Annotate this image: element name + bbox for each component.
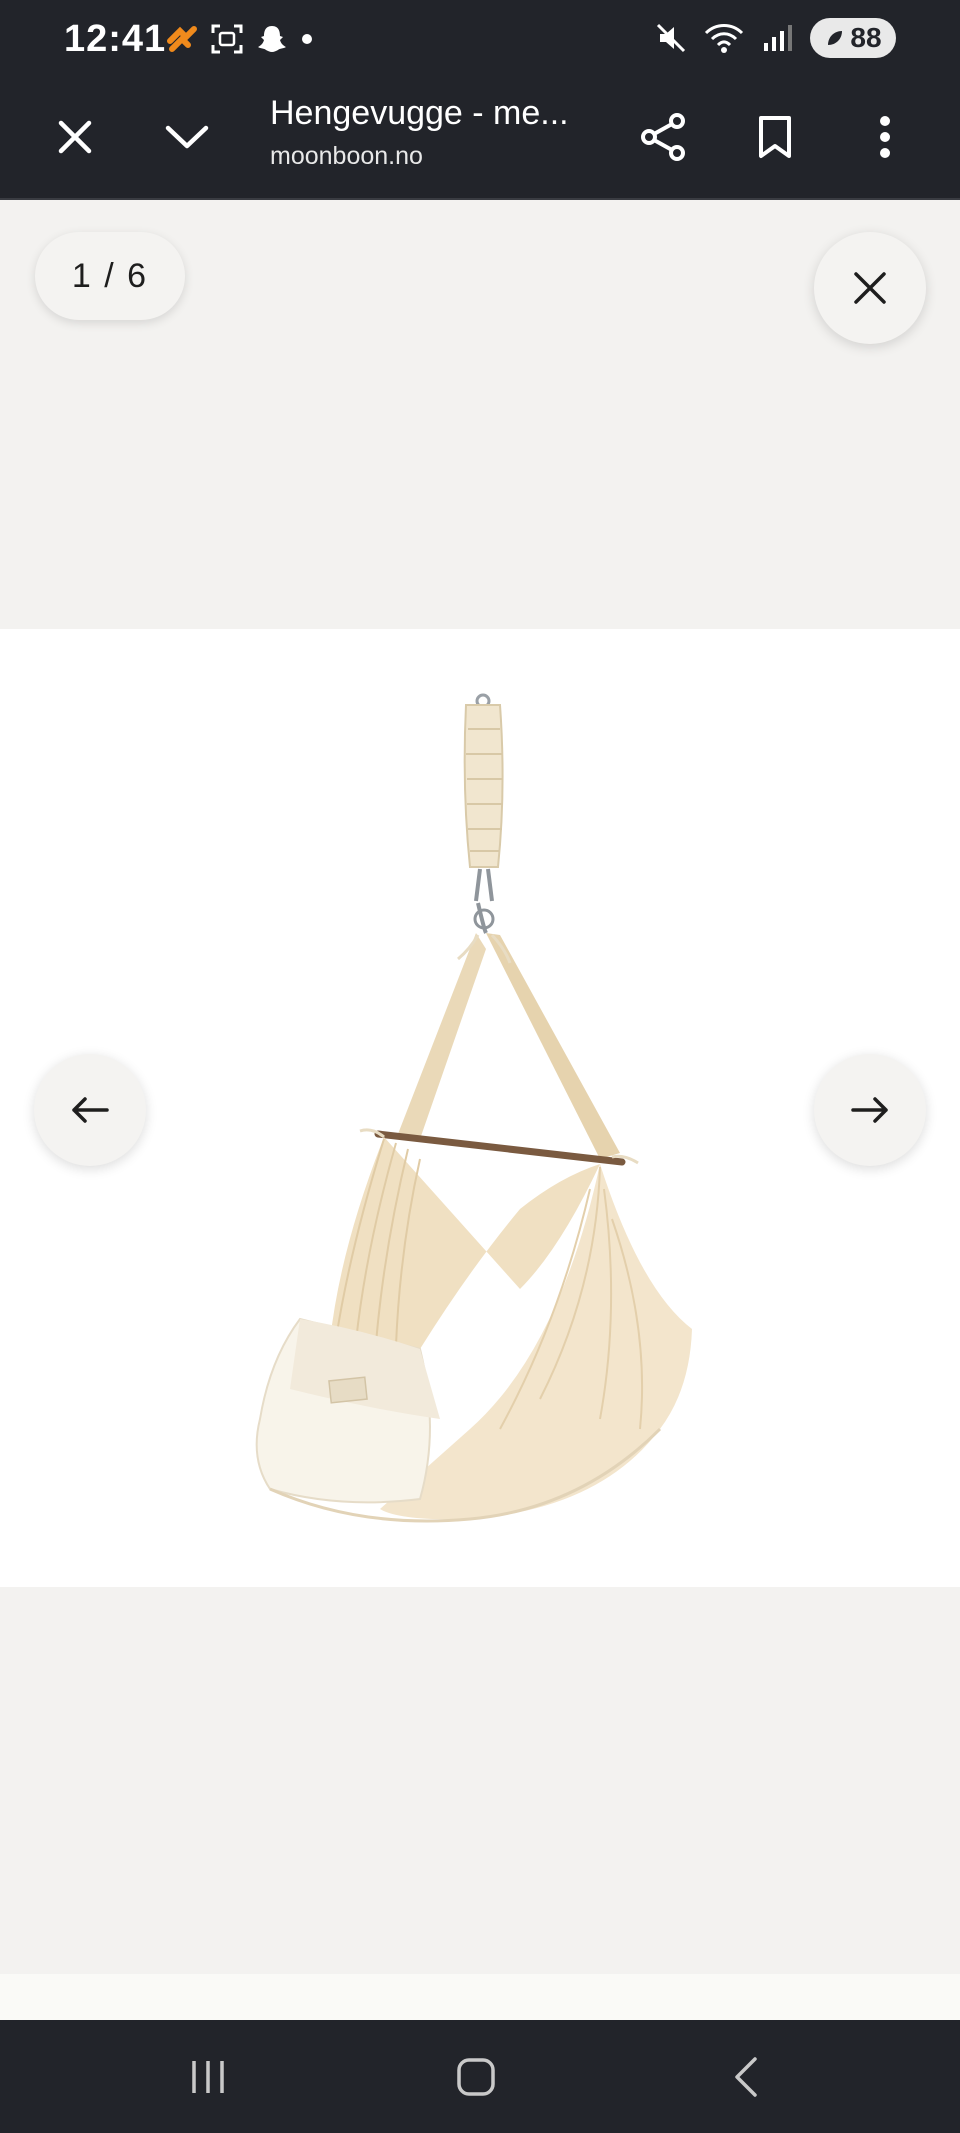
battery-icon [828,31,843,45]
recents-button[interactable] [168,2045,248,2109]
more-vert-icon [880,116,890,158]
status-right-icons: 88 [654,18,896,58]
chevron-down-icon [165,125,209,149]
recents-icon [192,2061,224,2093]
share-icon [641,113,685,161]
home-icon [457,2058,495,2096]
share-button[interactable] [628,102,698,172]
signal-icon [764,25,792,51]
close-icon [58,120,92,154]
minimize-tab-button[interactable] [152,102,222,172]
custom-tab-toolbar: Hengevugge - me... moonboon.no [0,80,960,200]
orange-app-icon [167,26,197,52]
page-url[interactable]: moonboon.no [270,142,423,171]
bookmark-icon [759,116,791,158]
next-image-button[interactable] [814,1054,926,1166]
home-button[interactable] [436,2045,516,2109]
status-time: 12:41 [64,18,167,60]
system-navigation-bar [0,2020,960,2133]
more-options-button[interactable] [850,102,920,172]
back-button[interactable] [706,2045,786,2109]
arrow-left-icon [72,1097,109,1123]
mute-icon [656,23,686,53]
page-title[interactable]: Hengevugge - me... [270,94,569,133]
close-tab-button[interactable] [40,102,110,172]
battery-level: 88 [850,22,882,53]
arrow-right-icon [851,1097,888,1123]
close-icon [854,272,886,304]
wifi-icon [704,24,744,53]
page-content-edge [0,1974,960,2020]
bookmark-button[interactable] [740,102,810,172]
snapchat-icon [258,26,286,52]
battery-indicator: 88 [810,18,896,58]
status-left-icons [166,22,314,56]
close-gallery-button[interactable] [814,232,926,344]
previous-image-button[interactable] [34,1054,146,1166]
back-icon [735,2057,757,2097]
status-bar: 12:41 88 [0,0,960,80]
image-counter: 1 / 6 [35,232,185,320]
dot-icon [302,34,312,44]
screenshot-icon [211,24,243,54]
